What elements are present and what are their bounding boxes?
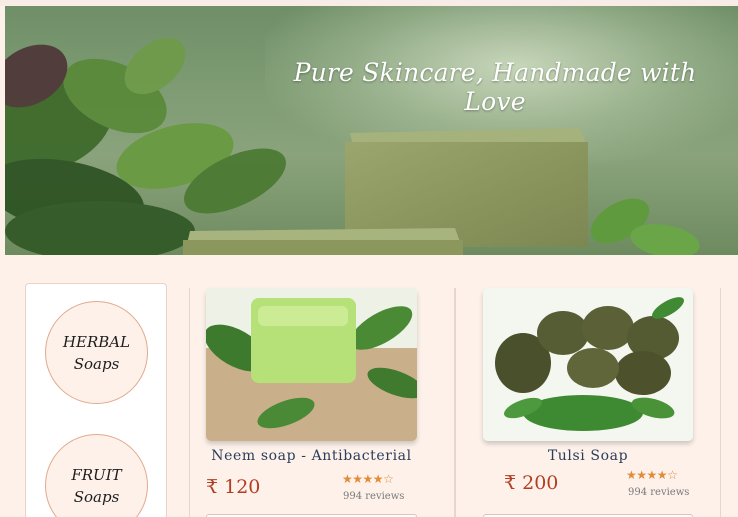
category-label-line2: Soaps [73,354,120,373]
category-label-line1: HERBAL [62,332,131,351]
review-count: 994 reviews [343,491,405,502]
star-filled-icon: ★ [646,468,658,482]
star-filled-icon: ★ [362,472,374,486]
rating-stars: ★★★★☆ [342,472,394,486]
star-filled-icon: ★ [626,468,637,482]
product-name[interactable]: Neem soap - Antibacterial [190,448,433,464]
star-filled-icon: ★ [352,472,363,486]
neem-soap-image [206,288,417,441]
star-empty-icon: ☆ [383,472,394,486]
category-label-line2: Soaps [73,487,120,506]
product-price: ₹ 120 [206,476,261,498]
rating-stars: ★★★★☆ [626,468,678,482]
hero-banner: Pure Skincare, Handmade with Love [5,6,738,255]
product-image-tulsi[interactable] [483,288,693,441]
category-fruit-soaps[interactable]: FRUIT Soaps [45,434,148,517]
star-filled-icon: ★ [636,468,647,482]
product-card-neem[interactable]: Neem soap - Antibacterial ₹ 120 ★★★★☆ 99… [189,288,455,517]
star-filled-icon: ★ [656,468,668,482]
star-empty-icon: ☆ [667,468,678,482]
review-count: 994 reviews [628,487,690,498]
tulsi-soap-image [483,288,693,441]
category-sidebar: HERBAL Soaps FRUIT Soaps [25,283,167,517]
star-filled-icon: ★ [342,472,353,486]
product-name[interactable]: Tulsi Soap [483,448,693,464]
product-image-neem[interactable] [206,288,417,441]
category-herbal-soaps[interactable]: HERBAL Soaps [45,301,148,404]
hero-title: Pure Skincare, Handmade with Love [293,58,697,116]
card-divider [720,288,721,517]
product-price: ₹ 200 [504,472,559,494]
star-filled-icon: ★ [372,472,384,486]
category-label-line1: FRUIT [71,465,122,484]
product-card-tulsi[interactable]: Tulsi Soap ₹ 200 ★★★★☆ 994 reviews [455,288,721,517]
hero-illustration [5,37,700,255]
